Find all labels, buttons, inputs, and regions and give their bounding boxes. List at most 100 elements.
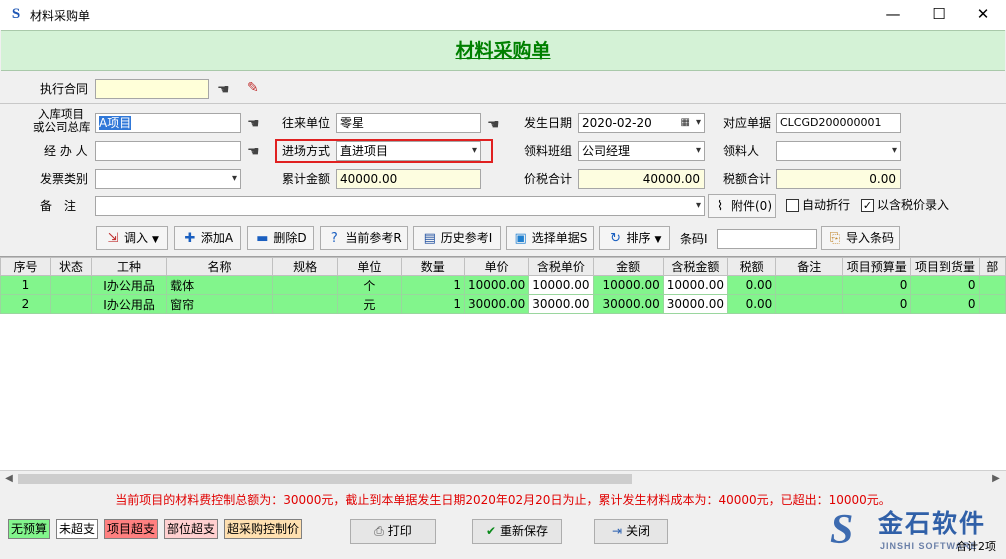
cell-extra[interactable] <box>978 275 1006 295</box>
cell-arrived[interactable]: 0 <box>910 275 980 295</box>
team-select[interactable]: 公司经理 ▾ <box>578 141 705 161</box>
form-header: 材料采购单 <box>1 30 1005 71</box>
cell-qty[interactable]: 1 <box>400 275 465 295</box>
cell-spec[interactable] <box>272 294 339 314</box>
cell-status[interactable] <box>49 294 93 314</box>
cell-amount[interactable]: 30000.00 <box>592 294 664 314</box>
cell-tax-amount[interactable]: 30000.00 <box>662 294 729 314</box>
cell-name[interactable]: 载体 <box>166 275 274 295</box>
table-row[interactable]: 1 I办公用品 载体个 1 10000.00 10000.00 10000.00 10000.… <box>0 275 1006 295</box>
close-window-button[interactable]: ✕ <box>960 0 1006 30</box>
cell-unit[interactable]: 个 <box>337 275 402 295</box>
delete-button[interactable]: ▬ 删除D <box>247 226 314 250</box>
receiver-select[interactable]: ▾ <box>776 141 901 161</box>
ref-doc-input[interactable]: CLCGD200000001 <box>776 113 901 133</box>
cell-budget[interactable]: 0 <box>842 275 912 295</box>
cell-trade[interactable]: I办公用品 <box>91 275 168 295</box>
add-button[interactable]: ✚ 添加A <box>174 226 241 250</box>
cell-tax-amount[interactable]: 10000.00 <box>662 275 729 295</box>
handler-input[interactable] <box>95 141 241 161</box>
column-header[interactable]: 项目到货量 <box>910 257 980 276</box>
cell-note[interactable] <box>775 275 844 295</box>
form-title: 材料采购单 <box>455 40 551 62</box>
select-doc-button[interactable]: ▣ 选择单据S <box>506 226 594 250</box>
column-header[interactable]: 税额 <box>727 257 777 276</box>
team-value: 公司经理 <box>582 144 631 158</box>
warehouse-input[interactable]: A项目 <box>95 113 241 133</box>
cell-tax-price[interactable]: 30000.00 <box>528 294 594 314</box>
invoice-type-select[interactable]: ▾ <box>95 169 241 189</box>
history-ref-button[interactable]: ▤ 历史参考I <box>413 226 501 250</box>
tax-price-entry-checkbox[interactable]: ✓ <box>861 199 874 212</box>
current-ref-button[interactable]: ? 当前参考R <box>320 226 408 250</box>
cell-no[interactable]: 1 <box>0 275 51 295</box>
barcode-input[interactable] <box>717 229 817 249</box>
cell-extra[interactable] <box>978 294 1006 314</box>
column-header[interactable]: 项目预算量 <box>842 257 912 276</box>
chevron-down-icon[interactable]: ▾ <box>892 142 897 160</box>
warehouse-pick-icon[interactable]: ☚ <box>247 117 265 131</box>
column-header[interactable]: 状态 <box>49 257 93 276</box>
column-header[interactable]: 单价 <box>463 257 530 276</box>
column-header[interactable]: 规格 <box>272 257 339 276</box>
contract-input[interactable] <box>95 79 209 99</box>
cell-name[interactable]: 窗帘 <box>166 294 274 314</box>
cell-amount[interactable]: 10000.00 <box>592 275 664 295</box>
column-header[interactable]: 备注 <box>775 257 844 276</box>
resave-button[interactable]: ✔ 重新保存 <box>472 519 562 544</box>
handler-pick-icon[interactable]: ☚ <box>247 145 265 159</box>
column-header[interactable]: 单位 <box>337 257 402 276</box>
cell-tax[interactable]: 0.00 <box>727 294 777 314</box>
cell-arrived[interactable]: 0 <box>910 294 980 314</box>
column-header[interactable]: 工种 <box>91 257 168 276</box>
scroll-left-icon[interactable]: ◀ <box>1 471 17 487</box>
cell-price[interactable]: 10000.00 <box>463 275 530 295</box>
cell-status[interactable] <box>49 275 93 295</box>
partner-input[interactable]: 零星 <box>336 113 481 133</box>
table-row[interactable]: 2 I办公用品 窗帘元 1 30000.00 30000.00 30000.00 30000.… <box>0 294 1006 314</box>
import-button[interactable]: ⇲ 调入 ▼ <box>96 226 168 250</box>
pick-hand-icon[interactable]: ☚ <box>217 83 235 97</box>
minimize-button[interactable]: — <box>870 0 916 30</box>
close-button[interactable]: ⇥ 关闭 <box>594 519 668 544</box>
column-header[interactable]: 含税金额 <box>662 257 729 276</box>
horizontal-scrollbar[interactable]: ◀ ▶ <box>0 470 1006 487</box>
maximize-button[interactable]: ☐ <box>916 0 962 30</box>
delete-label: 删除D <box>273 231 307 245</box>
column-header[interactable]: 数量 <box>400 257 465 276</box>
chevron-down-icon[interactable]: ▾ <box>696 197 701 215</box>
cell-spec[interactable] <box>272 275 339 295</box>
import-barcode-button[interactable]: ⎘ 导入条码 <box>821 226 900 250</box>
attachment-button[interactable]: ⌇ 附件(0) <box>708 194 776 218</box>
column-header[interactable]: 含税单价 <box>528 257 594 276</box>
date-picker[interactable]: 2020-02-20 ▦ ▾ <box>578 113 705 133</box>
print-button[interactable]: ⎙ 打印 <box>350 519 436 544</box>
calendar-icon[interactable]: ▦ <box>681 114 690 132</box>
cell-unit[interactable]: 元 <box>337 294 402 314</box>
cell-price[interactable]: 30000.00 <box>463 294 530 314</box>
scroll-thumb[interactable] <box>18 474 632 484</box>
chevron-down-icon[interactable]: ▾ <box>232 170 237 188</box>
chevron-down-icon[interactable]: ▾ <box>696 114 701 132</box>
column-header[interactable]: 名称 <box>166 257 274 276</box>
cell-budget[interactable]: 0 <box>842 294 912 314</box>
clear-brush-icon[interactable]: ✎ <box>247 81 265 95</box>
scroll-right-icon[interactable]: ▶ <box>988 471 1004 487</box>
cell-tax[interactable]: 0.00 <box>727 275 777 295</box>
tax-total-field: 0.00 <box>776 169 901 189</box>
remark-input[interactable]: ▾ <box>95 196 705 216</box>
close-label: 关闭 <box>626 524 651 538</box>
cell-tax-price[interactable]: 10000.00 <box>528 275 594 295</box>
sort-button[interactable]: ↻ 排序 ▼ <box>599 226 670 250</box>
column-header[interactable]: 部 <box>978 257 1006 276</box>
column-header[interactable]: 序号 <box>0 257 51 276</box>
chevron-down-icon[interactable]: ▾ <box>696 142 701 160</box>
cell-qty[interactable]: 1 <box>400 294 465 314</box>
auto-discount-checkbox[interactable] <box>786 199 799 212</box>
cell-trade[interactable]: I办公用品 <box>91 294 168 314</box>
partner-pick-icon[interactable]: ☚ <box>487 118 505 132</box>
items-grid[interactable]: 序号 状态 工种 名称 规格 单位 数量 单价 含税单价 金额 含税金额 税额 备注 项目预算量 项目到货量… <box>0 256 1006 470</box>
cell-note[interactable] <box>775 294 844 314</box>
column-header[interactable]: 金额 <box>592 257 664 276</box>
cell-no[interactable]: 2 <box>0 294 51 314</box>
